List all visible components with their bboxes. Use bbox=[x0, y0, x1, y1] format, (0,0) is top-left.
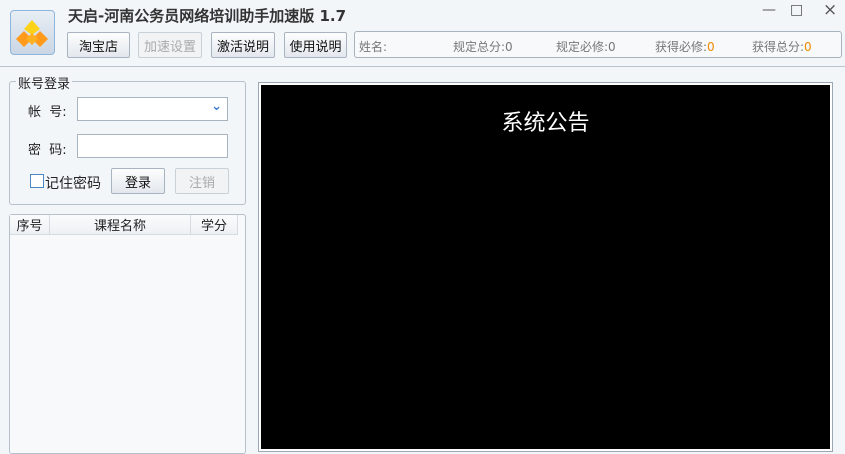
password-label: 密 码: bbox=[28, 143, 67, 158]
app-logo bbox=[10, 10, 55, 55]
account-combobox[interactable]: ⌄ bbox=[77, 97, 228, 121]
account-label: 帐 号: bbox=[28, 105, 67, 120]
user-info-bar: 姓名: 规定总分:0 规定必修:0 获得必修:0 获得总分:0 bbox=[354, 31, 842, 58]
earned-compulsory-value: 0 bbox=[707, 40, 715, 54]
earned-total-label: 获得总分: bbox=[752, 40, 805, 54]
close-button[interactable]: × bbox=[823, 0, 837, 20]
usage-help-button[interactable]: 使用说明 bbox=[284, 32, 347, 58]
notice-panel: 系统公告 bbox=[258, 82, 833, 452]
activation-help-button[interactable]: 激活说明 bbox=[211, 32, 275, 58]
speed-settings-button[interactable]: 加速设置 bbox=[138, 32, 202, 58]
column-header-index[interactable]: 序号 bbox=[10, 215, 50, 235]
remember-checkbox[interactable] bbox=[30, 174, 44, 188]
required-total: 规定总分:0 bbox=[453, 40, 513, 54]
login-button[interactable]: 登录 bbox=[111, 168, 165, 194]
remember-label[interactable]: 记住密码 bbox=[45, 173, 101, 193]
minimize-button[interactable]: — bbox=[762, 2, 776, 18]
notice-title: 系统公告 bbox=[501, 111, 590, 136]
chevron-down-icon[interactable]: ⌄ bbox=[211, 99, 222, 114]
column-header-credits[interactable]: 学分 bbox=[191, 215, 238, 235]
logout-button[interactable]: 注销 bbox=[175, 168, 229, 194]
column-header-course-name[interactable]: 课程名称 bbox=[50, 215, 191, 235]
login-group-title: 账号登录 bbox=[16, 73, 73, 92]
required-compulsory: 规定必修:0 bbox=[556, 40, 616, 54]
name-label: 姓名: bbox=[359, 40, 388, 54]
divider bbox=[0, 66, 845, 67]
course-list[interactable]: 序号 课程名称 学分 bbox=[9, 214, 246, 454]
taobao-button[interactable]: 淘宝店 bbox=[67, 32, 130, 58]
password-input[interactable] bbox=[77, 134, 228, 158]
earned-compulsory-label: 获得必修: bbox=[655, 40, 708, 54]
earned-total-value: 0 bbox=[804, 40, 812, 54]
maximize-button[interactable]: □ bbox=[790, 2, 803, 18]
window-title: 天启-河南公务员网络培训助手加速版 1.7 bbox=[68, 7, 347, 25]
